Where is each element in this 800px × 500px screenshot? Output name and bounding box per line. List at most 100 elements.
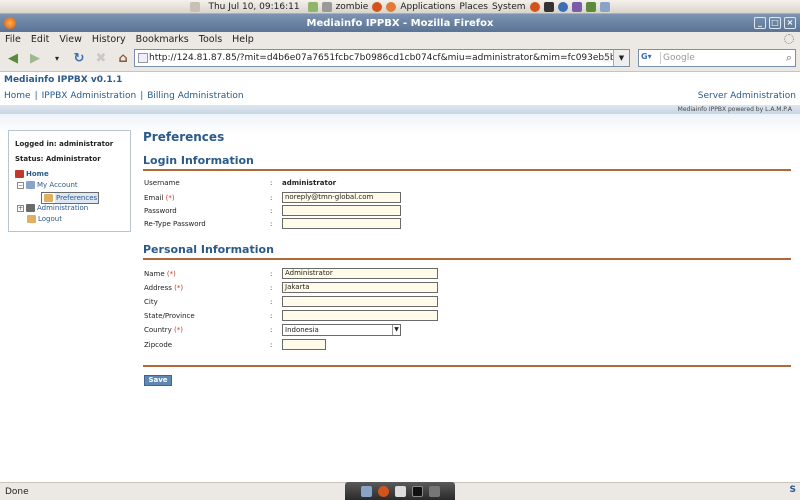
- address-row: Address (*) : Jakarta: [144, 282, 438, 293]
- tree-item-logout[interactable]: Logout: [27, 215, 62, 223]
- zipcode-field[interactable]: [282, 339, 326, 350]
- menu-history[interactable]: History: [92, 34, 126, 45]
- country-select[interactable]: Indonesia ▼: [282, 324, 401, 336]
- status-label: Status: Administrator: [15, 155, 101, 163]
- forward-arrow-icon[interactable]: ▶: [26, 50, 44, 68]
- password-row: Password :: [144, 205, 401, 216]
- minimize-button[interactable]: _: [754, 17, 766, 29]
- update-launcher-icon[interactable]: [585, 1, 596, 12]
- panel-user[interactable]: zombie: [336, 2, 369, 12]
- zipcode-row: Zipcode :: [144, 339, 326, 350]
- folder-icon: [26, 181, 35, 189]
- name-field[interactable]: Administrator: [282, 268, 438, 279]
- url-bar[interactable]: http://124.81.87.85/?mit=d4b6e07a7651fcb…: [134, 49, 630, 67]
- search-icon[interactable]: ⌕: [786, 51, 792, 65]
- home-icon[interactable]: ⌂: [114, 50, 132, 68]
- retype-password-field[interactable]: [282, 218, 401, 229]
- page-title: Preferences: [143, 130, 225, 144]
- tree-item-administration[interactable]: + Administration: [17, 204, 88, 212]
- app-task-icon[interactable]: [428, 485, 440, 497]
- terminal-launcher-icon[interactable]: [543, 1, 554, 12]
- login-section-title: Login Information: [143, 154, 254, 167]
- calendar-icon[interactable]: [190, 1, 201, 12]
- logged-in-label: Logged in: administrator: [15, 140, 114, 148]
- mail-launcher-icon[interactable]: [599, 1, 610, 12]
- menu-bookmarks[interactable]: Bookmarks: [136, 34, 189, 45]
- help-launcher-icon[interactable]: [557, 1, 568, 12]
- firefox-window-icon: [4, 17, 16, 29]
- sidebar-panel: Logged in: administrator Status: Adminis…: [8, 130, 131, 232]
- google-engine-icon[interactable]: G▾: [641, 52, 661, 64]
- collapse-icon[interactable]: −: [17, 181, 24, 189]
- state-row: State/Province :: [144, 310, 438, 321]
- back-arrow-icon[interactable]: ◀: [4, 50, 22, 68]
- menu-view[interactable]: View: [59, 34, 82, 45]
- addon-status-icon[interactable]: S: [790, 485, 796, 495]
- preferences-tree-icon: [44, 194, 53, 202]
- country-row: Country (*) : Indonesia ▼: [144, 324, 401, 336]
- tree-item-preferences[interactable]: Preferences: [41, 192, 100, 204]
- country-selected-value: Indonesia: [285, 326, 319, 334]
- password-field[interactable]: [282, 205, 401, 216]
- gnome-top-panel: Thu Jul 10, 09:16:11 zombie Applications…: [0, 0, 800, 14]
- power-icon[interactable]: [372, 1, 383, 12]
- dock-taskbar: [345, 482, 455, 500]
- panel-system-menu[interactable]: System: [492, 2, 526, 12]
- panel-places-menu[interactable]: Places: [459, 2, 488, 12]
- chevron-down-icon: ▼: [392, 325, 400, 335]
- panel-clock[interactable]: Thu Jul 10, 09:16:11: [204, 2, 303, 12]
- pidgin-launcher-icon[interactable]: [571, 1, 582, 12]
- sidebar-tree: Home − My Account Preferences + Administ…: [15, 170, 100, 223]
- nav-billing-link[interactable]: Billing Administration: [147, 91, 243, 101]
- panel-applications-menu[interactable]: Applications: [400, 2, 455, 12]
- bookmark-star-icon[interactable]: ☆: [601, 52, 611, 65]
- firefox-task-icon[interactable]: [377, 485, 389, 497]
- network-icon[interactable]: [307, 1, 318, 12]
- throbber-icon: [784, 34, 794, 44]
- firefox-launcher-icon[interactable]: [529, 1, 540, 12]
- folder-icon: [26, 204, 35, 212]
- tree-item-my-account[interactable]: − My Account: [17, 181, 78, 189]
- reload-icon[interactable]: ↻: [70, 50, 88, 68]
- nav-home-link[interactable]: Home: [4, 91, 31, 101]
- app-title: Mediainfo IPPBX v0.1.1: [4, 75, 123, 85]
- terminal-task-icon[interactable]: [411, 485, 423, 497]
- top-navigation: Home | IPPBX Administration | Billing Admini…: [4, 91, 796, 101]
- menu-edit[interactable]: Edit: [31, 34, 49, 45]
- files-task-icon[interactable]: [394, 485, 406, 497]
- email-field[interactable]: noreply@tmn-global.com: [282, 192, 401, 203]
- save-button[interactable]: Save: [144, 375, 172, 386]
- status-text: Done: [5, 486, 29, 497]
- email-row: Email (*) : noreply@tmn-global.com: [144, 192, 401, 203]
- state-field[interactable]: [282, 310, 438, 321]
- window-titlebar: Mediainfo IPPBX - Mozilla Firefox _ □ ×: [0, 14, 800, 32]
- close-button[interactable]: ×: [784, 17, 796, 29]
- menu-tools[interactable]: Tools: [199, 34, 222, 45]
- powered-by-strip: Mediainfo IPPBX powered by L.A.M.P.A: [0, 105, 800, 114]
- desktop-icon[interactable]: [360, 485, 372, 497]
- form-bottom-rule: [143, 365, 791, 367]
- navigation-toolbar: ◀ ▶ ▾ ↻ ✖ ⌂ http://124.81.87.85/?mit=d4b…: [0, 46, 800, 72]
- username-value: administrator: [282, 179, 337, 187]
- stop-icon[interactable]: ✖: [92, 50, 110, 68]
- home-tree-icon: [15, 170, 24, 178]
- search-box[interactable]: G▾ Google ⌕: [638, 49, 796, 67]
- city-row: City :: [144, 296, 438, 307]
- logout-tree-icon: [27, 215, 36, 223]
- history-dropdown-icon[interactable]: ▾: [48, 50, 66, 68]
- menu-help[interactable]: Help: [232, 34, 254, 45]
- menu-file[interactable]: File: [5, 34, 21, 45]
- maximize-button[interactable]: □: [769, 17, 781, 29]
- volume-icon[interactable]: [321, 1, 332, 12]
- ubuntu-logo-icon: [386, 1, 397, 12]
- username-row: Username : administrator: [144, 179, 337, 187]
- nav-server-admin-link[interactable]: Server Administration: [698, 91, 796, 101]
- tree-item-home[interactable]: Home: [15, 170, 49, 178]
- login-section-rule: [143, 169, 791, 171]
- city-field[interactable]: [282, 296, 438, 307]
- url-dropdown-icon[interactable]: ▼: [613, 50, 629, 66]
- nav-ippbx-link[interactable]: IPPBX Administration: [42, 91, 137, 101]
- expand-icon[interactable]: +: [17, 204, 24, 212]
- address-field[interactable]: Jakarta: [282, 282, 438, 293]
- retype-password-row: Re-Type Password :: [144, 218, 401, 229]
